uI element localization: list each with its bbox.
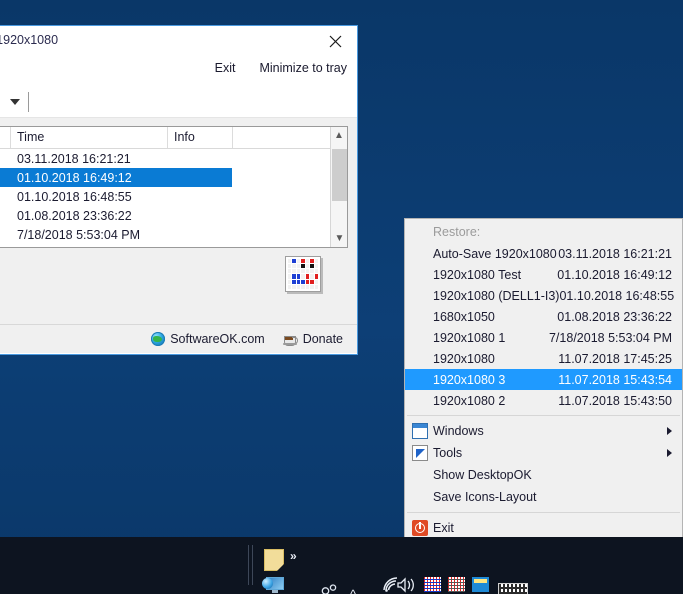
menu-item-restore[interactable]: 1920x1080 11.07.2018 17:45:25 bbox=[405, 348, 682, 369]
menu-item-restore[interactable]: 1920x1080 3 11.07.2018 15:43:54 bbox=[405, 369, 682, 390]
restore-time: 11.07.2018 17:45:25 bbox=[558, 351, 672, 366]
menu-item-show-desktopok[interactable]: Show DesktopOK bbox=[405, 464, 682, 486]
menu-item-restore[interactable]: 1920x1080 Test 01.10.2018 16:49:12 bbox=[405, 264, 682, 285]
taskbar-divider bbox=[248, 545, 249, 585]
close-icon bbox=[329, 35, 341, 47]
restore-name: Auto-Save 1920x1080 bbox=[433, 246, 557, 261]
scroll-down-icon[interactable]: ▼ bbox=[331, 230, 347, 247]
table-row[interactable]: 01.10.2018 16:49:12 bbox=[0, 168, 232, 187]
window-statusbar: SoftwareOK.com Donate bbox=[0, 324, 357, 353]
window-icon bbox=[412, 423, 428, 439]
menu-item-windows[interactable]: Windows bbox=[405, 420, 682, 442]
donate-label: Donate bbox=[302, 332, 343, 346]
restore-name: 1680x1050 bbox=[433, 309, 495, 324]
listview-rows: 03.11.2018 16:21:21 01.10.2018 16:49:12 … bbox=[0, 149, 347, 244]
toolbar-separator-right bbox=[28, 92, 29, 112]
menu-item-label: Tools bbox=[433, 446, 463, 460]
menu-item-restore[interactable]: 1920x1080 2 11.07.2018 15:43:50 bbox=[405, 390, 682, 411]
taskbar: » ^ bbox=[0, 537, 683, 594]
restore-header: Restore: bbox=[433, 225, 481, 239]
column-header-info[interactable]: Info bbox=[168, 127, 233, 148]
layouts-listview[interactable]: Time Info 03.11.2018 16:21:21 01.10.2018… bbox=[0, 126, 348, 248]
globe-icon bbox=[151, 332, 166, 346]
icons-layout-preview bbox=[285, 256, 321, 292]
restore-name: 1920x1080 1 bbox=[433, 330, 506, 345]
menu-item-save-icons-layout[interactable]: Save Icons-Layout bbox=[405, 486, 682, 508]
menu-item-exit[interactable]: Exit bbox=[405, 517, 682, 539]
dropdown-caret-icon[interactable] bbox=[10, 99, 20, 105]
submenu-arrow-icon bbox=[667, 427, 672, 435]
tray-context-menu: Restore: Auto-Save 1920x1080 03.11.2018 … bbox=[404, 218, 683, 565]
window-content: Time Info 03.11.2018 16:21:21 01.10.2018… bbox=[0, 117, 357, 324]
calendar-gray-red-icon[interactable] bbox=[448, 577, 465, 592]
close-button[interactable] bbox=[313, 26, 357, 56]
menu-item-label: Save Icons-Layout bbox=[433, 490, 537, 504]
restore-time: 01.10.2018 16:49:12 bbox=[557, 267, 672, 282]
menu-item-tools[interactable]: Tools bbox=[405, 442, 682, 464]
restore-time: 01.08.2018 23:36:22 bbox=[557, 309, 672, 324]
donate-link[interactable]: Donate bbox=[282, 332, 343, 346]
menu-separator bbox=[407, 415, 680, 416]
folder-icon[interactable] bbox=[264, 549, 284, 571]
menu-item-label: Show DesktopOK bbox=[433, 468, 532, 482]
softwareok-label: SoftwareOK.com bbox=[170, 332, 265, 346]
menu-item-restore[interactable]: Auto-Save 1920x1080 03.11.2018 16:21:21 bbox=[405, 243, 682, 264]
restore-time: 03.11.2018 16:21:21 bbox=[558, 246, 672, 261]
restore-name: 1920x1080 2 bbox=[433, 393, 506, 408]
table-row[interactable]: 01.08.2018 23:36:22 bbox=[0, 206, 347, 225]
window-toolbar bbox=[0, 87, 357, 117]
scroll-up-icon[interactable]: ▲ bbox=[331, 127, 347, 144]
restore-time: 7/18/2018 5:53:04 PM bbox=[548, 330, 672, 345]
taskbar-divider-2 bbox=[252, 545, 253, 585]
restore-name: 1920x1080 3 bbox=[433, 372, 506, 387]
calendar-red-blue-icon[interactable] bbox=[424, 577, 441, 592]
column-header-time[interactable]: Time bbox=[11, 127, 168, 148]
window-titlebar[interactable]: Vow64) 1920x1080 bbox=[0, 26, 357, 57]
table-row[interactable]: 03.11.2018 16:21:21 bbox=[0, 149, 347, 168]
show-hidden-icons-caret-icon[interactable]: ^ bbox=[350, 587, 356, 594]
menu-item-restore[interactable]: 1680x1050 01.08.2018 23:36:22 bbox=[405, 306, 682, 327]
cell-time: 01.08.2018 23:36:22 bbox=[17, 208, 132, 223]
keyboard-icon[interactable] bbox=[498, 583, 528, 594]
scrollbar-thumb[interactable] bbox=[332, 149, 347, 201]
people-icon[interactable] bbox=[318, 584, 340, 594]
exit-power-icon bbox=[412, 520, 428, 536]
tools-shortcut-icon bbox=[412, 445, 428, 461]
restore-name: 1920x1080 bbox=[433, 351, 495, 366]
coffee-cup-icon bbox=[282, 333, 298, 346]
restore-time: 11.07.2018 15:43:54 bbox=[558, 372, 672, 387]
restore-name: 1920x1080 Test bbox=[433, 267, 522, 282]
listview-scrollbar[interactable]: ▲ ▼ bbox=[330, 127, 347, 247]
listview-header: Time Info bbox=[0, 127, 347, 149]
table-row[interactable]: 7/18/2018 5:53:04 PM bbox=[0, 225, 347, 244]
menu-item-label: Windows bbox=[433, 424, 484, 438]
menu-exit[interactable]: Exit bbox=[215, 61, 236, 75]
menu-item-restore[interactable]: 1920x1080 (DELL1-I3) 01.10.2018 16:48:55 bbox=[405, 285, 682, 306]
cell-time: 7/18/2018 5:53:04 PM bbox=[17, 227, 141, 242]
window-title: Vow64) 1920x1080 bbox=[0, 33, 59, 47]
menu-separator bbox=[407, 512, 680, 513]
menu-item-restore[interactable]: 1920x1080 1 7/18/2018 5:53:04 PM bbox=[405, 327, 682, 348]
speaker-icon[interactable] bbox=[396, 577, 418, 593]
blue-note-icon[interactable] bbox=[472, 577, 489, 592]
cell-time: 01.10.2018 16:49:12 bbox=[17, 170, 132, 185]
table-row[interactable]: 01.10.2018 16:48:55 bbox=[0, 187, 347, 206]
globe-monitor-icon[interactable] bbox=[262, 577, 286, 594]
column-header-name[interactable] bbox=[0, 127, 11, 148]
restore-time: 11.07.2018 15:43:50 bbox=[558, 393, 672, 408]
cell-time: 03.11.2018 16:21:21 bbox=[17, 151, 131, 166]
restore-time: 01.10.2018 16:48:55 bbox=[559, 288, 675, 303]
restore-name: 1920x1080 (DELL1-I3) bbox=[433, 288, 560, 303]
menu-minimize-to-tray[interactable]: Minimize to tray bbox=[259, 61, 347, 75]
screen: Vow64) 1920x1080 Exit Minimize to tray bbox=[0, 0, 683, 594]
submenu-arrow-icon bbox=[667, 449, 672, 457]
chevron-double-right-icon[interactable]: » bbox=[290, 549, 297, 563]
desktopok-window: Vow64) 1920x1080 Exit Minimize to tray bbox=[0, 25, 358, 355]
cell-time: 01.10.2018 16:48:55 bbox=[17, 189, 132, 204]
column-header-extra[interactable] bbox=[233, 127, 263, 148]
menu-item-label: Exit bbox=[433, 521, 454, 535]
window-menubar: Exit Minimize to tray bbox=[0, 57, 357, 87]
softwareok-link[interactable]: SoftwareOK.com bbox=[151, 332, 265, 346]
